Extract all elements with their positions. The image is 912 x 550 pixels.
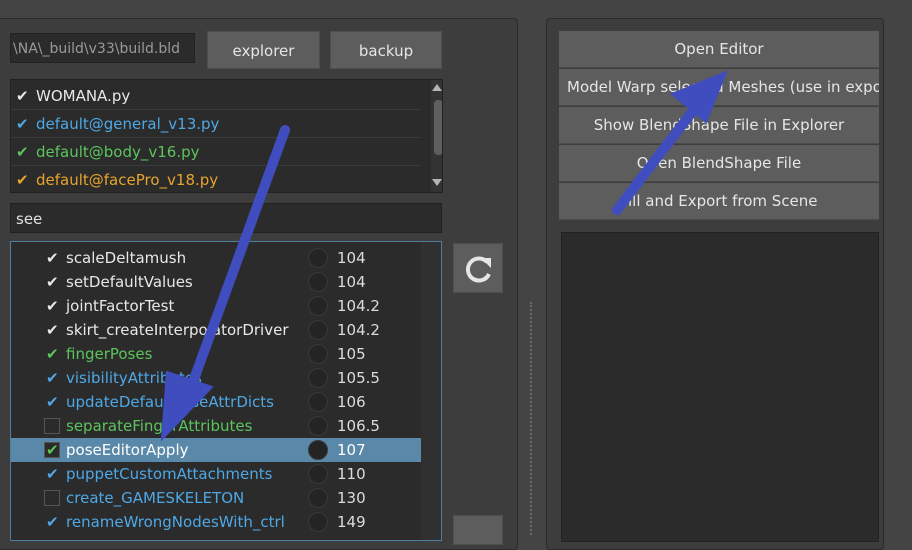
script-row[interactable]: ✔ jointFactorTest 104.2 [11, 294, 421, 318]
status-dot-icon [308, 464, 328, 484]
script-row[interactable]: ✔ updateDefaultPoseAttrDicts 106 [11, 390, 421, 414]
scroll-down-icon[interactable] [432, 179, 442, 186]
script-row[interactable]: ✔ setDefaultValues 104 [11, 270, 421, 294]
script-order: 104 [337, 273, 366, 291]
file-item[interactable]: ✔ default@general_v13.py [11, 110, 421, 138]
status-dot-icon [308, 296, 328, 316]
model-warp-button[interactable]: Model Warp selected Meshes (use in expor… [559, 69, 879, 106]
script-name: create_GAMESKELETON [66, 489, 245, 507]
explorer-button[interactable]: explorer [207, 31, 320, 69]
script-name: jointFactorTest [66, 297, 175, 315]
file-name: default@body_v16.py [36, 143, 200, 161]
status-dot-icon [308, 416, 328, 436]
script-name: poseEditorApply [66, 441, 189, 459]
checkmark-icon: ✔ [16, 87, 29, 105]
script-row[interactable]: ✔ skirt_createInterpolatorDriver 104.2 [11, 318, 421, 342]
status-dot-icon [308, 248, 328, 268]
open-blendshape-button[interactable]: Open BlendShape File [559, 145, 879, 182]
script-order: 110 [337, 465, 366, 483]
checkmark-icon[interactable]: ✔ [46, 318, 62, 342]
script-order: 149 [337, 513, 366, 531]
script-row[interactable]: ✔ puppetCustomAttachments 110 [11, 462, 421, 486]
checkmark-icon: ✔ [16, 143, 29, 161]
file-name: default@general_v13.py [36, 115, 220, 133]
scroll-up-icon[interactable] [432, 84, 442, 91]
script-row[interactable]: ✔ visibilityAttributes 105.5 [11, 366, 421, 390]
status-dot-icon [308, 368, 328, 388]
checkmark-icon[interactable]: ✔ [46, 462, 62, 486]
script-order: 105 [337, 345, 366, 363]
script-order: 107 [337, 441, 366, 459]
file-list[interactable]: ✔ WOMANA.py ✔ default@general_v13.py ✔ defa… [10, 79, 443, 193]
script-name: renameWrongNodesWith_ctrl [66, 513, 285, 531]
script-row-selected[interactable]: ✔ poseEditorApply 107 [11, 438, 421, 462]
splitter-handle[interactable] [530, 302, 534, 535]
script-name: puppetCustomAttachments [66, 465, 273, 483]
output-panel [561, 232, 879, 542]
checkbox-empty[interactable] [44, 418, 60, 434]
open-editor-button[interactable]: Open Editor [559, 31, 879, 68]
script-row[interactable]: ✔ scaleDeltamush 104 [11, 246, 421, 270]
search-input[interactable]: see [10, 203, 442, 233]
checkmark-icon[interactable]: ✔ [46, 366, 62, 390]
script-name: updateDefaultPoseAttrDicts [66, 393, 274, 411]
script-name: fingerPoses [66, 345, 153, 363]
status-dot-icon [308, 488, 328, 508]
status-dot-icon [308, 392, 328, 412]
script-name: skirt_createInterpolatorDriver [66, 321, 289, 339]
file-item[interactable]: ✔ default@facePro_v18.py [11, 166, 421, 192]
script-row[interactable]: create_GAMESKELETON 130 [11, 486, 421, 510]
show-blendshape-button[interactable]: Show BlendShape File in Explorer [559, 107, 879, 144]
checkbox-empty[interactable] [44, 490, 60, 506]
script-name: visibilityAttributes [66, 369, 202, 387]
build-path-field[interactable]: \NA\_build\v33\build.bld [10, 33, 195, 63]
status-dot-icon [308, 440, 328, 460]
script-list-scrollbar[interactable] [421, 242, 441, 540]
checkmark-icon: ✔ [16, 171, 29, 189]
file-name: default@facePro_v18.py [36, 171, 219, 189]
script-row[interactable]: separateFingerAttributes 106.5 [11, 414, 421, 438]
checkmark-icon[interactable]: ✔ [46, 246, 62, 270]
script-order: 106.5 [337, 417, 380, 435]
script-order: 104.2 [337, 297, 380, 315]
checkmark-icon[interactable]: ✔ [46, 294, 62, 318]
script-order: 130 [337, 489, 366, 507]
status-dot-icon [308, 344, 328, 364]
checkmark-icon[interactable]: ✔ [46, 270, 62, 294]
checkmark-icon[interactable]: ✔ [46, 510, 62, 534]
script-order: 104.2 [337, 321, 380, 339]
checkmark-icon[interactable]: ✔ [46, 342, 62, 366]
checkmark-icon[interactable]: ✔ [46, 390, 62, 414]
script-order: 106 [337, 393, 366, 411]
file-item[interactable]: ✔ default@body_v16.py [11, 138, 421, 166]
side-button[interactable] [453, 515, 503, 545]
script-order: 104 [337, 249, 366, 267]
status-dot-icon [308, 272, 328, 292]
refresh-button[interactable] [453, 243, 503, 293]
refresh-icon [465, 256, 491, 283]
scrollbar-thumb[interactable] [434, 100, 442, 155]
script-list[interactable]: ✔ scaleDeltamush 104 ✔ setDefaultValues … [10, 241, 442, 541]
fill-export-button[interactable]: Fill and Export from Scene [559, 183, 879, 220]
script-row[interactable]: ✔ renameWrongNodesWith_ctrl 149 [11, 510, 421, 534]
script-name: scaleDeltamush [66, 249, 187, 267]
script-name: setDefaultValues [66, 273, 193, 291]
checkmark-icon: ✔ [16, 115, 29, 133]
script-name: separateFingerAttributes [66, 417, 253, 435]
checkmark-icon[interactable]: ✔ [46, 438, 62, 462]
file-name: WOMANA.py [36, 87, 131, 105]
file-item[interactable]: ✔ WOMANA.py [11, 82, 421, 110]
status-dot-icon [308, 512, 328, 532]
script-row[interactable]: ✔ fingerPoses 105 [11, 342, 421, 366]
status-dot-icon [308, 320, 328, 340]
backup-button[interactable]: backup [330, 31, 442, 69]
script-order: 105.5 [337, 369, 380, 387]
